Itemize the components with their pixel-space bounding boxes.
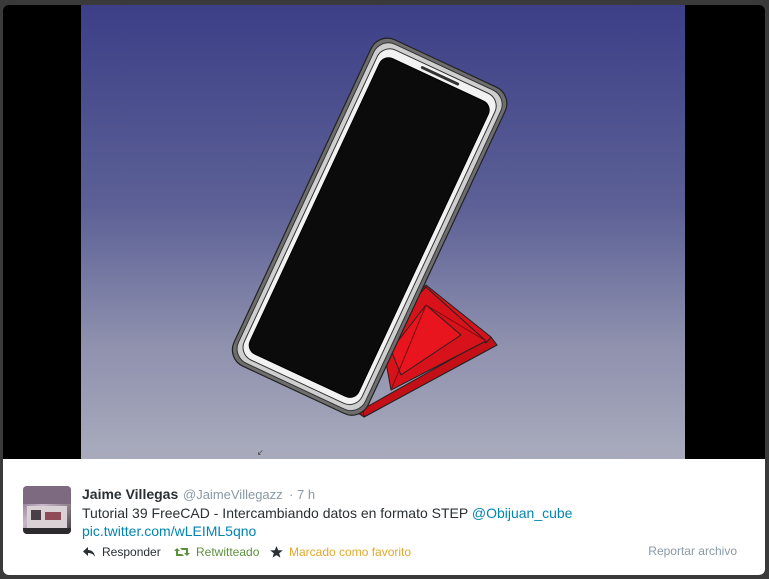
retweet-icon	[174, 548, 190, 556]
author-avatar[interactable]	[23, 486, 71, 534]
meta-separator: ·	[289, 487, 294, 502]
reply-icon	[83, 547, 95, 557]
smartphone-model	[231, 37, 508, 416]
freecad-viewport-image[interactable]: ↙	[81, 5, 685, 459]
reply-button[interactable]: Responder	[82, 545, 161, 559]
favorite-button[interactable]: Marcado como favorito	[270, 545, 411, 559]
tweet-text: Tutorial 39 FreeCAD - Intercambiando dat…	[82, 505, 572, 521]
author-handle[interactable]: @JaimeVillegazz	[183, 487, 283, 502]
media-viewer: ↙ Jaime Villegas @JaimeVillegazz · 7 h T…	[3, 5, 765, 575]
author-name[interactable]: Jaime Villegas	[82, 486, 178, 502]
report-media-link[interactable]: Reportar archivo	[648, 544, 737, 558]
axis-indicator-icon: ↙	[257, 448, 264, 457]
star-icon	[270, 546, 283, 558]
reply-label: Responder	[102, 545, 161, 559]
mention-link[interactable]: @Obijuan_cube	[472, 505, 573, 521]
tweet-card: Jaime Villegas @JaimeVillegazz · 7 h Tut…	[3, 459, 765, 575]
tweet-timestamp[interactable]: 7 h	[297, 487, 315, 502]
retweet-label: Retwitteado	[196, 545, 260, 559]
favorite-label: Marcado como favorito	[289, 545, 412, 559]
media-link[interactable]: pic.twitter.com/wLEIML5qno	[82, 523, 256, 539]
phone-stand-render: ↙	[231, 37, 508, 457]
retweet-button[interactable]: Retwitteado	[174, 545, 259, 559]
tweet-body: Tutorial 39 FreeCAD - Intercambiando dat…	[82, 505, 472, 521]
